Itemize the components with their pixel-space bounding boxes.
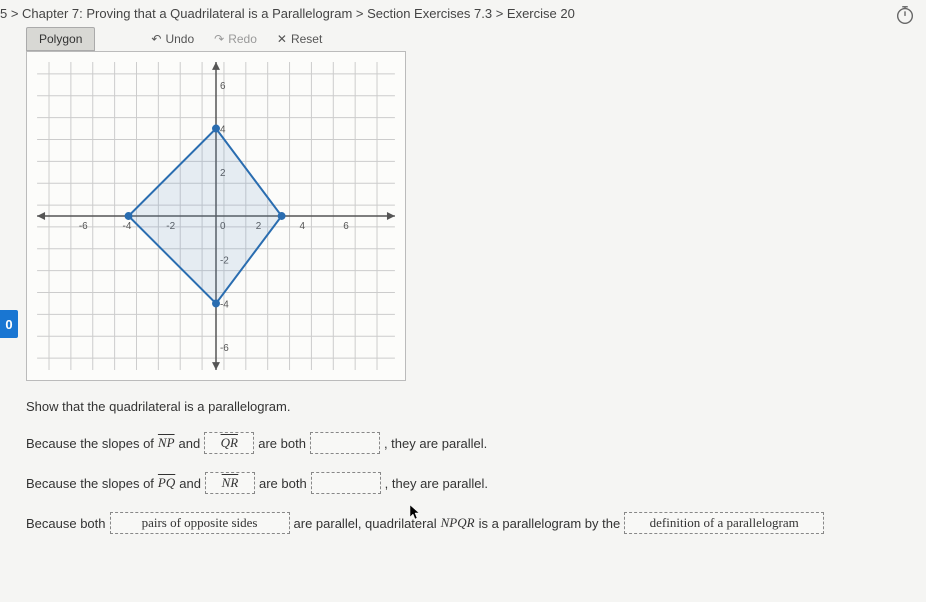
drop-target-slope-2[interactable]	[311, 472, 381, 494]
statement-line-1: Because the slopes of NP and QR are both…	[26, 432, 926, 454]
redo-button[interactable]: ↷ Redo	[204, 29, 267, 49]
redo-label: Redo	[228, 32, 257, 46]
text: and	[179, 476, 201, 491]
tick-y-neg4: -4	[220, 299, 229, 310]
reset-label: Reset	[291, 32, 322, 46]
drop-target-slope-1[interactable]	[310, 432, 380, 454]
undo-icon: ↶	[151, 32, 161, 46]
quadrilateral-npqr[interactable]	[129, 129, 282, 304]
tick-x-neg4: -4	[123, 221, 132, 232]
filled-value: NR	[222, 475, 239, 491]
tick-x-neg6: -6	[79, 221, 88, 232]
filled-value: pairs of opposite sides	[142, 515, 258, 531]
text: Because both	[26, 516, 106, 531]
filled-value: QR	[221, 435, 238, 451]
tick-x-4: 4	[299, 221, 305, 232]
text: , they are parallel.	[385, 476, 488, 491]
quad-name: NPQR	[441, 515, 475, 531]
undo-button[interactable]: ↶ Undo	[141, 29, 204, 49]
text: are parallel, quadrilateral	[294, 516, 437, 531]
tick-y-6: 6	[220, 81, 226, 92]
statement-line-3: Because both pairs of opposite sides are…	[26, 512, 926, 534]
segment-np: NP	[158, 435, 175, 451]
breadcrumb: 5 > Chapter 7: Proving that a Quadrilate…	[0, 4, 579, 27]
filled-value: definition of a parallelogram	[650, 515, 799, 531]
vertex-p[interactable]	[278, 212, 286, 220]
statement-line-2: Because the slopes of PQ and NR are both…	[26, 472, 926, 494]
text: and	[179, 436, 201, 451]
tick-x-6: 6	[343, 221, 349, 232]
text: is a parallelogram by the	[479, 516, 621, 531]
drop-target-segment-1[interactable]: QR	[204, 432, 254, 454]
drop-target-definition[interactable]: definition of a parallelogram	[624, 512, 824, 534]
text: Because the slopes of	[26, 476, 154, 491]
segment-pq: PQ	[158, 475, 175, 491]
reset-icon: ✕	[277, 32, 287, 46]
hint-badge[interactable]: 0	[0, 310, 18, 338]
text: are both	[259, 476, 307, 491]
drop-target-pairs[interactable]: pairs of opposite sides	[110, 512, 290, 534]
tick-y-neg6: -6	[220, 343, 229, 354]
undo-label: Undo	[165, 32, 194, 46]
drop-target-segment-2[interactable]: NR	[205, 472, 255, 494]
redo-icon: ↷	[214, 32, 224, 46]
graph-toolbar: Polygon ↶ Undo ↷ Redo ✕ Reset	[26, 27, 926, 51]
text: Because the slopes of	[26, 436, 154, 451]
timer-icon[interactable]	[894, 4, 916, 26]
text: are both	[258, 436, 306, 451]
reset-button[interactable]: ✕ Reset	[267, 29, 332, 49]
polygon-tab[interactable]: Polygon	[26, 27, 95, 51]
vertex-n[interactable]	[212, 125, 220, 133]
question-prompt: Show that the quadrilateral is a paralle…	[26, 399, 926, 414]
vertex-r[interactable]	[125, 212, 133, 220]
text: , they are parallel.	[384, 436, 487, 451]
coordinate-graph[interactable]: -6 -4 -2 0 2 4 6 6 4 2 -2 -4 -6	[26, 51, 406, 381]
vertex-q[interactable]	[212, 299, 220, 307]
question-content: Show that the quadrilateral is a paralle…	[26, 399, 926, 534]
